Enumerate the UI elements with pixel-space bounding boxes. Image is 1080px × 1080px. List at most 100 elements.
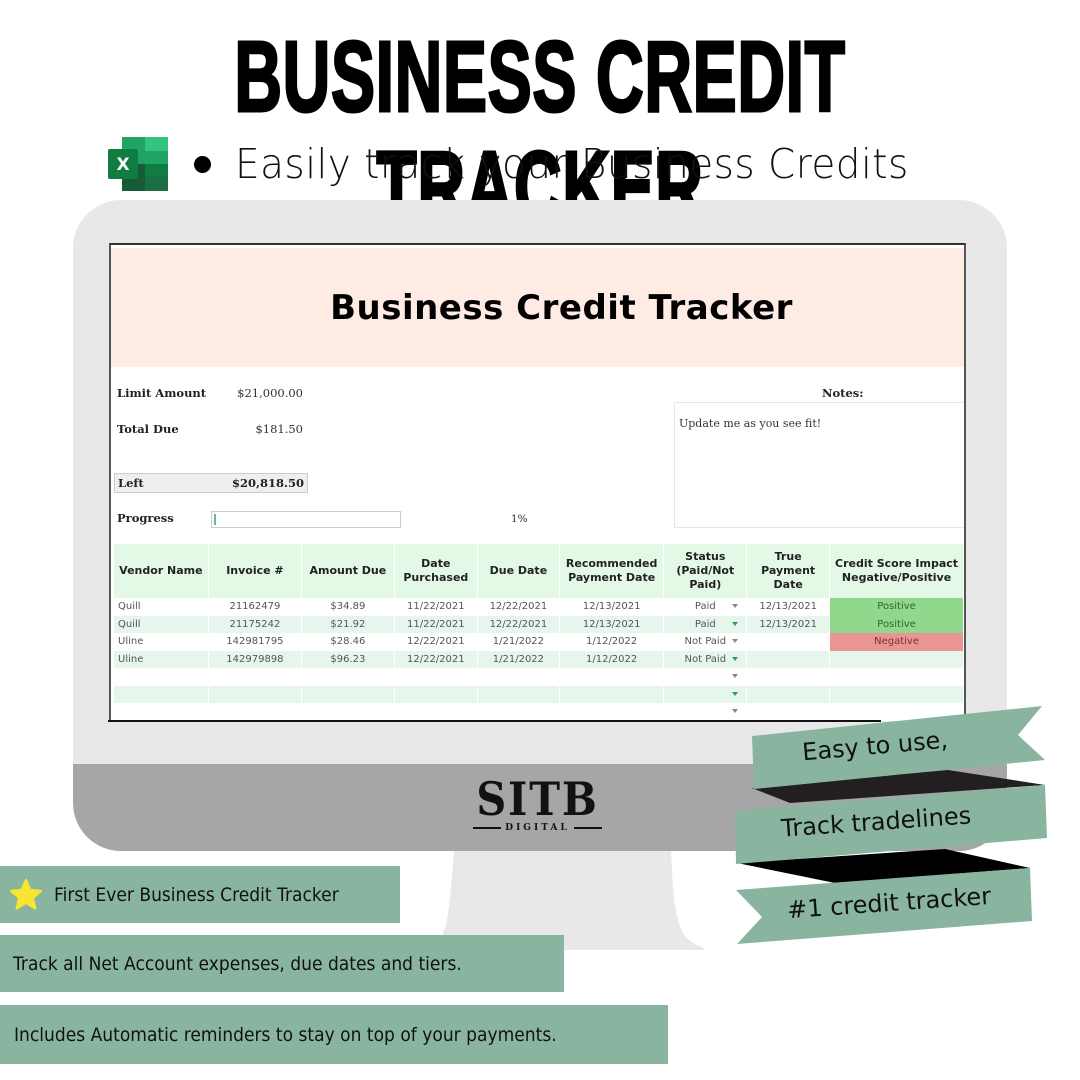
- cell-purchased[interactable]: 12/22/2021: [394, 650, 478, 668]
- cell-invoice[interactable]: [208, 685, 303, 703]
- feature-item: Track all Net Account expenses, due date…: [0, 935, 564, 992]
- cell-due[interactable]: 1/21/2022: [477, 633, 560, 651]
- left-label: Left: [118, 476, 144, 490]
- limit-value[interactable]: $21,000.00: [221, 386, 303, 400]
- cell-recommended[interactable]: [559, 668, 665, 686]
- cell-true-date[interactable]: [746, 685, 831, 703]
- col-status[interactable]: Status (Paid/Not Paid): [663, 544, 748, 598]
- cell-impact[interactable]: Negative: [829, 633, 964, 651]
- col-impact[interactable]: Credit Score Impact Negative/Positive: [829, 544, 964, 598]
- feature-text: First Ever Business Credit Tracker: [54, 883, 339, 906]
- cell-true-date[interactable]: [746, 650, 831, 668]
- dropdown-arrow-icon[interactable]: [732, 621, 739, 626]
- cell-purchased[interactable]: 12/22/2021: [394, 633, 478, 651]
- feature-text: Track all Net Account expenses, due date…: [13, 952, 462, 975]
- cell-impact[interactable]: Positive: [829, 598, 964, 616]
- cell-true-date[interactable]: [746, 668, 831, 686]
- cell-vendor[interactable]: [114, 668, 209, 686]
- cell-amount[interactable]: [301, 685, 395, 703]
- cell-amount[interactable]: $28.46: [301, 633, 395, 651]
- cell-status[interactable]: Not Paid: [663, 650, 748, 668]
- cell-true-date[interactable]: 12/13/2021: [746, 598, 831, 616]
- progress-label: Progress: [117, 511, 174, 525]
- dropdown-arrow-icon[interactable]: [732, 656, 739, 661]
- col-vendor[interactable]: Vendor Name: [114, 544, 209, 598]
- cell-amount[interactable]: $21.92: [301, 615, 395, 633]
- cell-impact[interactable]: Positive: [829, 615, 964, 633]
- cell-vendor[interactable]: Quill: [114, 615, 209, 633]
- brand-name: SITB: [476, 772, 599, 826]
- cell-status[interactable]: [663, 685, 748, 703]
- total-due-label: Total Due: [117, 422, 179, 436]
- dropdown-arrow-icon[interactable]: [732, 709, 739, 713]
- cell-due[interactable]: [477, 685, 560, 703]
- cell-purchased[interactable]: 11/22/2021: [394, 598, 478, 616]
- cell-purchased[interactable]: [394, 668, 478, 686]
- col-invoice[interactable]: Invoice #: [208, 544, 303, 598]
- cell-amount[interactable]: $96.23: [301, 650, 395, 668]
- notes-box[interactable]: Update me as you see fit!: [674, 402, 964, 528]
- cell-due[interactable]: 1/21/2022: [477, 650, 560, 668]
- cell-purchased[interactable]: [394, 685, 478, 703]
- cell-status[interactable]: Paid: [663, 598, 748, 616]
- dropdown-arrow-icon[interactable]: [732, 604, 739, 608]
- cell-impact[interactable]: [829, 668, 964, 686]
- cell-status[interactable]: Not Paid: [663, 633, 748, 651]
- cell-invoice[interactable]: 21175242: [208, 615, 303, 633]
- col-due[interactable]: Due Date: [477, 544, 560, 598]
- cell-true-date[interactable]: [746, 633, 831, 651]
- feature-item: Includes Automatic reminders to stay on …: [0, 1005, 668, 1064]
- ribbon-text-3: #1 credit tracker: [786, 881, 992, 925]
- spreadsheet-screen: Business Credit Tracker Limit Amount $21…: [109, 243, 966, 721]
- cell-status[interactable]: Paid: [663, 615, 748, 633]
- cell-due[interactable]: 12/22/2021: [477, 615, 560, 633]
- cell-vendor[interactable]: Uline: [114, 650, 209, 668]
- cell-invoice[interactable]: [208, 668, 303, 686]
- cell-purchased[interactable]: [394, 703, 478, 721]
- cell-true-date[interactable]: [746, 703, 831, 721]
- cell-recommended[interactable]: [559, 685, 665, 703]
- feature-item: First Ever Business Credit Tracker: [0, 866, 400, 923]
- cell-invoice[interactable]: 21162479: [208, 598, 303, 616]
- cell-vendor[interactable]: [114, 703, 209, 721]
- cell-recommended[interactable]: 1/12/2022: [559, 650, 665, 668]
- credit-table: Vendor Name Invoice # Amount Due Date Pu…: [114, 544, 964, 721]
- cell-vendor[interactable]: [114, 685, 209, 703]
- cell-recommended[interactable]: [559, 703, 665, 721]
- cell-invoice[interactable]: [208, 703, 303, 721]
- cell-vendor[interactable]: Quill: [114, 598, 209, 616]
- progress-percent: 1%: [511, 513, 528, 525]
- cell-status[interactable]: [663, 668, 748, 686]
- cell-invoice[interactable]: 142979898: [208, 650, 303, 668]
- dropdown-arrow-icon[interactable]: [732, 691, 739, 696]
- cell-impact[interactable]: [829, 703, 964, 721]
- cell-amount[interactable]: $34.89: [301, 598, 395, 616]
- cell-due[interactable]: [477, 668, 560, 686]
- cell-recommended[interactable]: 1/12/2022: [559, 633, 665, 651]
- col-purchased[interactable]: Date Purchased: [394, 544, 478, 598]
- dropdown-arrow-icon[interactable]: [732, 674, 739, 678]
- dropdown-arrow-icon[interactable]: [732, 639, 739, 643]
- cell-vendor[interactable]: Uline: [114, 633, 209, 651]
- cell-impact[interactable]: [829, 650, 964, 668]
- notes-text[interactable]: Update me as you see fit!: [679, 417, 821, 430]
- cell-true-date[interactable]: 12/13/2021: [746, 615, 831, 633]
- left-row: Left $20,818.50: [114, 473, 308, 493]
- col-amount[interactable]: Amount Due: [301, 544, 395, 598]
- table-row: Uline 142981795 $28.46 12/22/2021 1/21/2022 1…: [114, 633, 964, 651]
- notes-label: Notes:: [822, 386, 864, 400]
- cell-invoice[interactable]: 142981795: [208, 633, 303, 651]
- cell-amount[interactable]: [301, 668, 395, 686]
- cell-recommended[interactable]: 12/13/2021: [559, 598, 665, 616]
- cell-due[interactable]: 12/22/2021: [477, 598, 560, 616]
- cell-status[interactable]: [663, 703, 748, 721]
- cell-amount[interactable]: [301, 703, 395, 721]
- cell-purchased[interactable]: 11/22/2021: [394, 615, 478, 633]
- table-row: Quill 21162479 $34.89 11/22/2021 12/22/2021 1…: [114, 598, 964, 616]
- brand-logo: SITB DIGITAL: [465, 775, 610, 833]
- cell-impact[interactable]: [829, 685, 964, 703]
- col-true-date[interactable]: True Payment Date: [746, 544, 831, 598]
- cell-recommended[interactable]: 12/13/2021: [559, 615, 665, 633]
- cell-due[interactable]: [477, 703, 560, 721]
- col-recommended[interactable]: Recommended Payment Date: [559, 544, 665, 598]
